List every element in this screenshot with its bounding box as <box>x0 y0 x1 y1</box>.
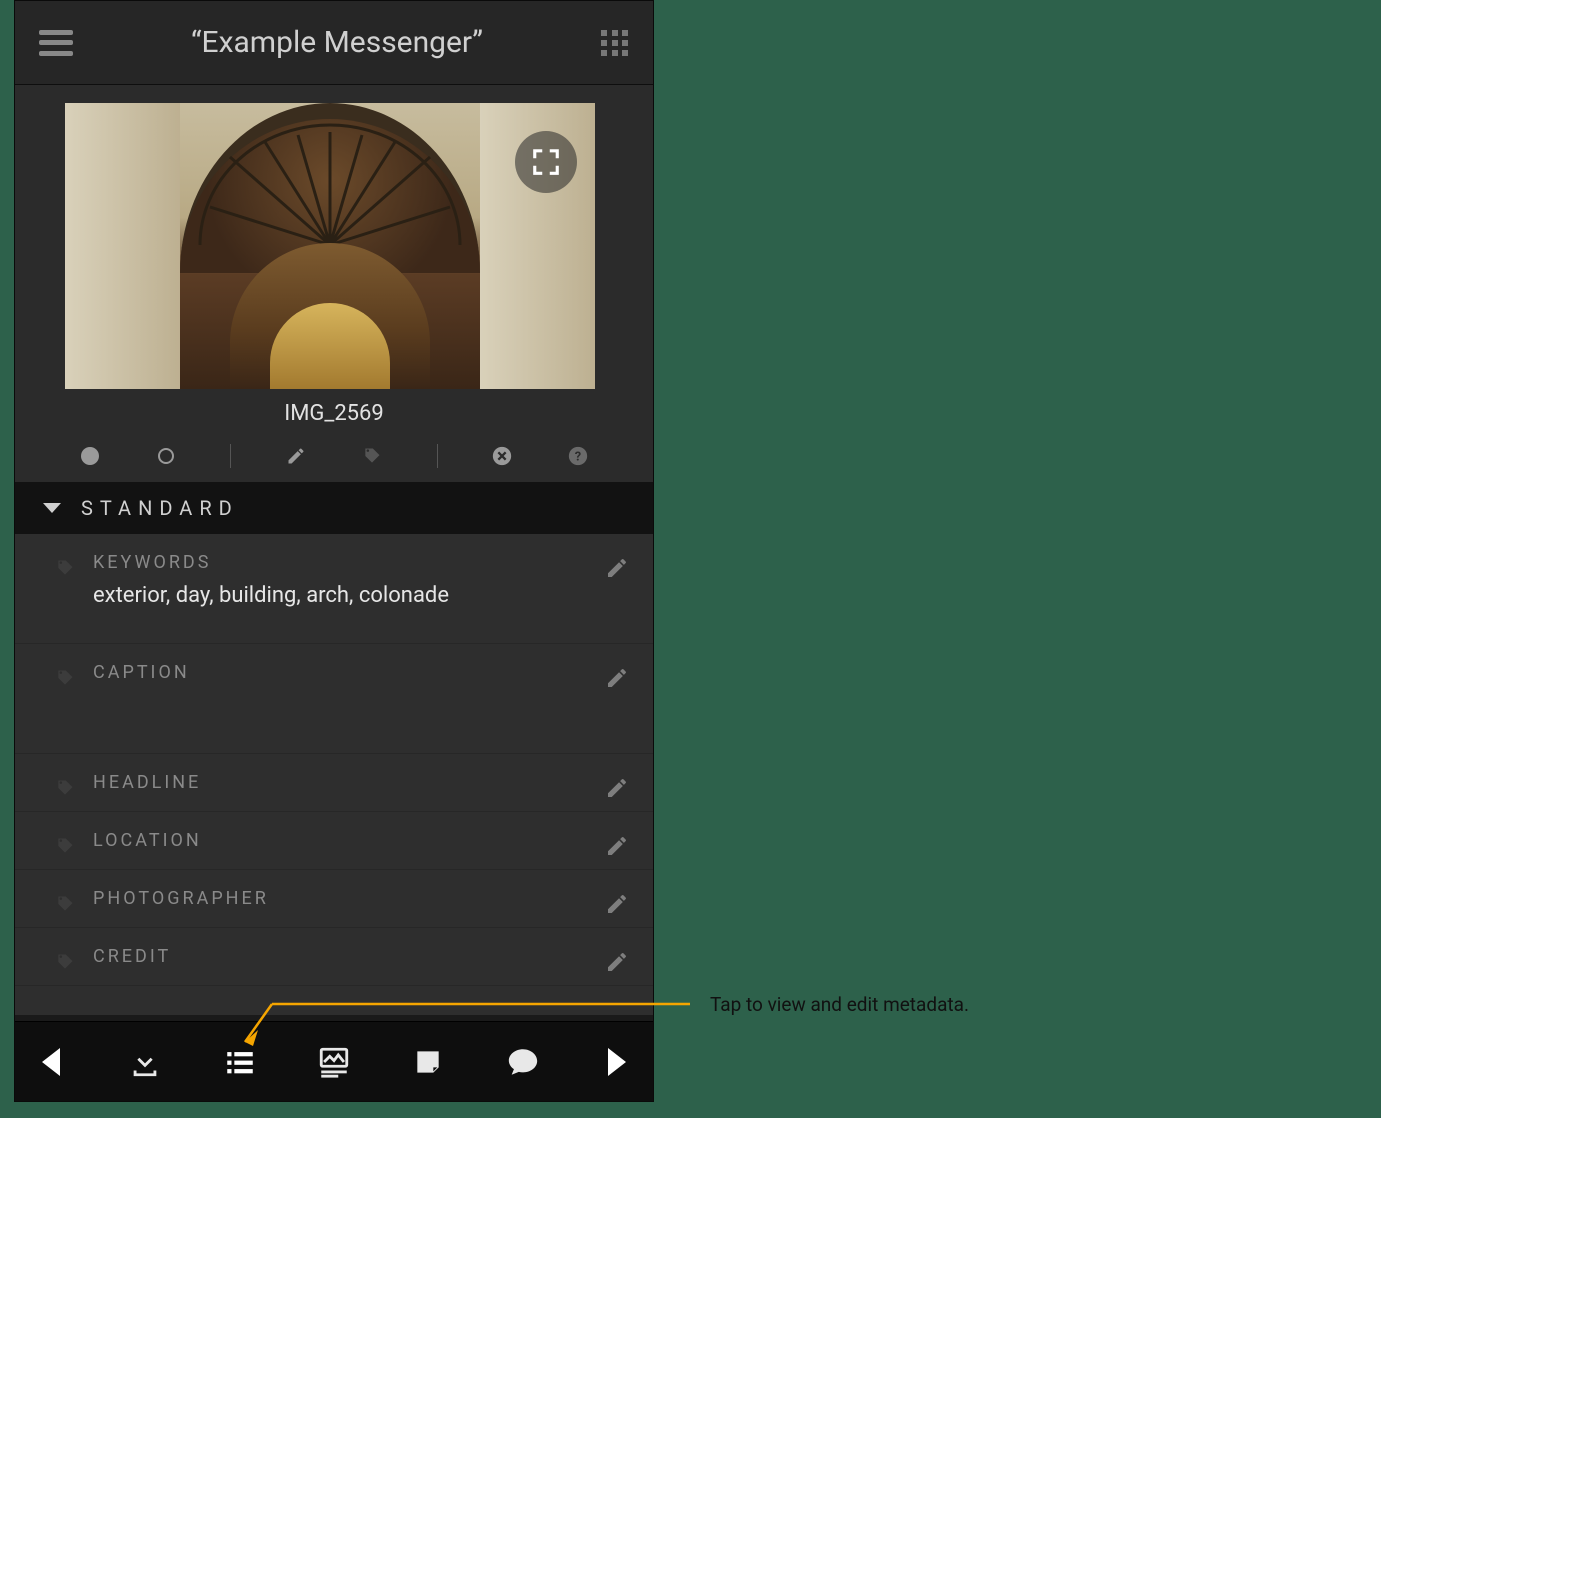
photo-preview[interactable] <box>65 103 595 389</box>
metadata-row-keywords[interactable]: KEYWORDS exterior, day, building, arch, … <box>15 534 653 644</box>
metadata-label: LOCATION <box>93 830 625 851</box>
app-title: “Example Messenger” <box>191 25 483 60</box>
metadata-label: CREDIT <box>93 946 625 967</box>
grid-view-icon[interactable] <box>601 30 629 56</box>
metadata-label: PHOTOGRAPHER <box>93 888 625 909</box>
tag-icon <box>55 894 75 914</box>
next-button[interactable] <box>595 1040 639 1084</box>
section-title: STANDARD <box>81 496 239 520</box>
status-dot-filled-icon[interactable] <box>79 445 101 467</box>
pencil-icon[interactable] <box>605 666 629 690</box>
menu-icon[interactable] <box>39 30 73 56</box>
metadata-row-caption[interactable]: CAPTION <box>15 644 653 754</box>
download-icon[interactable] <box>123 1040 167 1084</box>
metadata-row-location[interactable]: LOCATION <box>15 812 653 870</box>
metadata-label: HEADLINE <box>93 772 625 793</box>
chevron-down-icon <box>43 503 61 513</box>
image-filename: IMG_2569 <box>65 389 603 436</box>
section-header-standard[interactable]: STANDARD <box>15 482 653 534</box>
app-screen: “Example Messenger” <box>14 0 654 1102</box>
metadata-row-credit[interactable]: CREDIT <box>15 928 653 986</box>
tag-icon <box>55 668 75 688</box>
metadata-value: exterior, day, building, arch, colonade <box>93 583 625 608</box>
pencil-icon[interactable] <box>605 834 629 858</box>
pencil-icon[interactable] <box>285 445 307 467</box>
metadata-label: CAPTION <box>93 662 625 683</box>
image-caption-icon[interactable] <box>312 1040 356 1084</box>
note-icon[interactable] <box>406 1040 450 1084</box>
pencil-icon[interactable] <box>605 776 629 800</box>
tag-icon <box>55 952 75 972</box>
tag-icon <box>55 778 75 798</box>
metadata-row-headline[interactable]: HEADLINE <box>15 754 653 812</box>
chat-icon[interactable] <box>501 1040 545 1084</box>
close-circle-icon[interactable] <box>491 445 513 467</box>
svg-text:?: ? <box>575 450 581 465</box>
callout-text: Tap to view and edit metadata. <box>710 993 969 1016</box>
metadata-label: KEYWORDS <box>93 552 625 573</box>
separator <box>230 444 231 468</box>
help-circle-icon[interactable]: ? <box>567 445 589 467</box>
fullscreen-icon[interactable] <box>515 131 577 193</box>
previous-button[interactable] <box>29 1040 73 1084</box>
header-bar: “Example Messenger” <box>15 1 653 85</box>
tag-icon <box>55 836 75 856</box>
pencil-icon[interactable] <box>605 892 629 916</box>
metadata-list-icon[interactable] <box>218 1040 262 1084</box>
tag-icon[interactable] <box>361 445 383 467</box>
status-toolbar: ? <box>15 436 653 482</box>
status-dot-empty-icon[interactable] <box>155 445 177 467</box>
pencil-icon[interactable] <box>605 950 629 974</box>
metadata-list: KEYWORDS exterior, day, building, arch, … <box>15 534 653 1015</box>
tag-icon <box>55 558 75 578</box>
main-content: IMG_2569 ? <box>15 85 653 1015</box>
pencil-icon[interactable] <box>605 556 629 580</box>
bottom-toolbar <box>15 1021 653 1101</box>
photo-preview-area: IMG_2569 <box>15 85 653 436</box>
separator <box>437 444 438 468</box>
metadata-row-photographer[interactable]: PHOTOGRAPHER <box>15 870 653 928</box>
